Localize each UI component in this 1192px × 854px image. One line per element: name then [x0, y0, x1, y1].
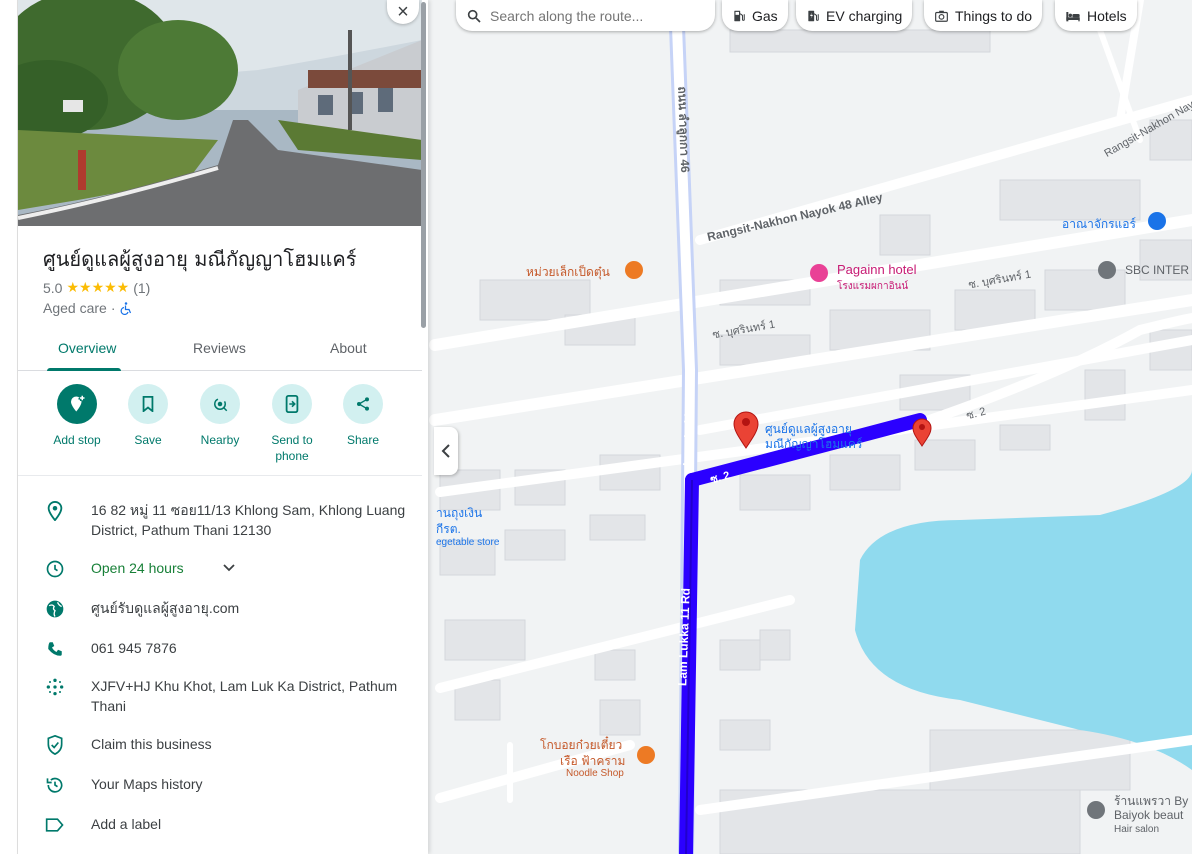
camera-icon — [935, 10, 948, 22]
add-label-text: Add a label — [91, 816, 162, 832]
gas-station-icon — [734, 10, 745, 21]
collapse-panel-button[interactable] — [434, 427, 458, 475]
tab-underline — [47, 368, 121, 371]
send-to-phone-button[interactable]: Send to phone — [256, 384, 328, 464]
chip-things-label: Things to do — [955, 7, 1033, 24]
search-along-route[interactable] — [456, 0, 715, 31]
phone-icon — [44, 638, 66, 660]
poi-veg-label-3: egetable store — [436, 537, 500, 548]
save-button[interactable]: Save — [112, 384, 184, 448]
poi-hotel-label[interactable]: Pagainn hotel — [837, 262, 917, 277]
claim-text: Claim this business — [91, 736, 212, 752]
chip-hotels-label: Hotels — [1087, 7, 1127, 24]
place-title: ศูนย์ดูแลผู้สูงอายุ มณีกัญญาโฮมแคร์ — [43, 247, 357, 271]
send-to-phone-circle[interactable] — [272, 384, 312, 424]
share-label: Share — [346, 433, 380, 447]
send-to-phone-icon — [285, 395, 299, 413]
add-stop-icon — [71, 395, 85, 412]
poi-noodle-label-3: Noodle Shop — [566, 768, 624, 779]
poi-duck-label[interactable]: หม่วยเล็กเป็ดตุ๋น — [526, 263, 610, 282]
road-label-vertical-top: ถนน ลำลูกกา 46 — [675, 86, 693, 173]
place-photo[interactable] — [18, 0, 422, 226]
plus-code-text: XJFV+HJ Khu Khot, Lam Luk Ka District, P… — [91, 678, 398, 714]
search-icon — [467, 9, 481, 23]
hotel-icon[interactable] — [810, 264, 828, 282]
send-to-phone-label: Send to phone — [271, 433, 313, 463]
share-icon — [357, 397, 369, 411]
rating-value: 5.0 — [43, 279, 63, 296]
nearby-icon — [214, 398, 228, 412]
tab-about[interactable]: About — [330, 340, 367, 356]
chip-hotels[interactable]: Hotels — [1055, 0, 1137, 31]
salon-icon[interactable] — [1087, 801, 1105, 819]
poi-air-label[interactable]: อาณาจักรแอร์ — [1062, 215, 1136, 234]
add-stop-circle[interactable] — [57, 384, 97, 424]
place-category[interactable]: Aged care — [43, 300, 107, 316]
bookmark-icon — [142, 396, 154, 412]
chip-gas[interactable]: Gas — [722, 0, 788, 31]
close-icon: × — [397, 0, 409, 23]
poi-salon-label-3: Hair salon — [1114, 824, 1160, 835]
nearby-button[interactable]: Nearby — [184, 384, 256, 448]
restaurant-icon[interactable] — [625, 261, 643, 279]
street-view-image — [18, 0, 422, 226]
noodle-icon[interactable] — [637, 746, 655, 764]
shield-check-icon — [44, 734, 66, 756]
category-row: Aged care · — [43, 300, 132, 316]
left-rail — [0, 0, 18, 854]
tab-overview[interactable]: Overview — [58, 340, 116, 356]
website-text: ศูนย์รับดูแลผู้สูงอายุ.com — [91, 600, 240, 616]
nearby-circle[interactable] — [200, 384, 240, 424]
phone-text: 061 945 7876 — [91, 640, 177, 656]
share-button[interactable]: Share — [327, 384, 399, 448]
label-icon — [44, 814, 66, 836]
place-panel: × ศูนย์ดูแลผู้สูงอายุ มณีกัญญาโฮมแคร์ 5.… — [18, 0, 428, 854]
place-tabs: Overview Reviews About — [18, 330, 422, 371]
panel-scrollbar[interactable] — [421, 2, 426, 328]
rating-row[interactable]: 5.0 ★★★★★ (1) — [43, 279, 150, 296]
poi-destination-label-2[interactable]: มณีกัญญาโฮมแคร์ — [765, 435, 862, 454]
chip-ev-label: EV charging — [826, 7, 903, 24]
maps-window: ถนน ลำลูกกา 46 Lam Lukka 11 Rd Lam Lukka… — [0, 0, 1192, 854]
bed-icon — [1066, 11, 1080, 21]
history-text: Your Maps history — [91, 776, 203, 792]
poi-hotel-sublabel: โรงแรมผกาอินน์ — [837, 281, 909, 292]
poi-sbc-label[interactable]: SBC INTER — [1125, 263, 1189, 277]
chevron-left-icon — [441, 444, 450, 458]
nearby-label: Nearby — [200, 433, 240, 447]
save-label: Save — [134, 433, 162, 447]
place-icon[interactable] — [1098, 261, 1116, 279]
globe-icon — [44, 598, 66, 620]
shop-icon[interactable] — [1148, 212, 1166, 230]
wheelchair-icon[interactable] — [120, 301, 132, 315]
address-text: 16 82 หมู่ 11 ซอย11/13 Khlong Sam, Khlon… — [91, 502, 406, 538]
action-buttons: Add stop Save Nearby Send to phone Share — [18, 384, 422, 476]
chip-things-to-do[interactable]: Things to do — [924, 0, 1043, 31]
tab-reviews[interactable]: Reviews — [193, 340, 246, 356]
rating-stars: ★★★★★ — [66, 279, 130, 295]
save-circle[interactable] — [128, 384, 168, 424]
plus-code-icon — [44, 676, 66, 698]
category-separator: · — [110, 300, 116, 316]
chip-gas-label: Gas — [752, 7, 778, 24]
chevron-down-icon[interactable] — [223, 564, 235, 572]
review-count[interactable]: (1) — [133, 280, 150, 296]
poi-salon-label-2[interactable]: Baiyok beaut — [1114, 808, 1183, 822]
ev-charging-icon — [808, 10, 819, 21]
chip-ev-charging[interactable]: EV charging — [796, 0, 913, 31]
share-circle[interactable] — [343, 384, 383, 424]
add-stop-label: Add stop — [53, 433, 101, 447]
add-stop-button[interactable]: Add stop — [41, 384, 113, 448]
location-pin-icon — [44, 500, 66, 522]
clock-icon — [44, 558, 66, 580]
history-icon — [44, 774, 66, 796]
search-input[interactable] — [490, 7, 690, 24]
hours-text: Open 24 hours — [91, 560, 184, 576]
